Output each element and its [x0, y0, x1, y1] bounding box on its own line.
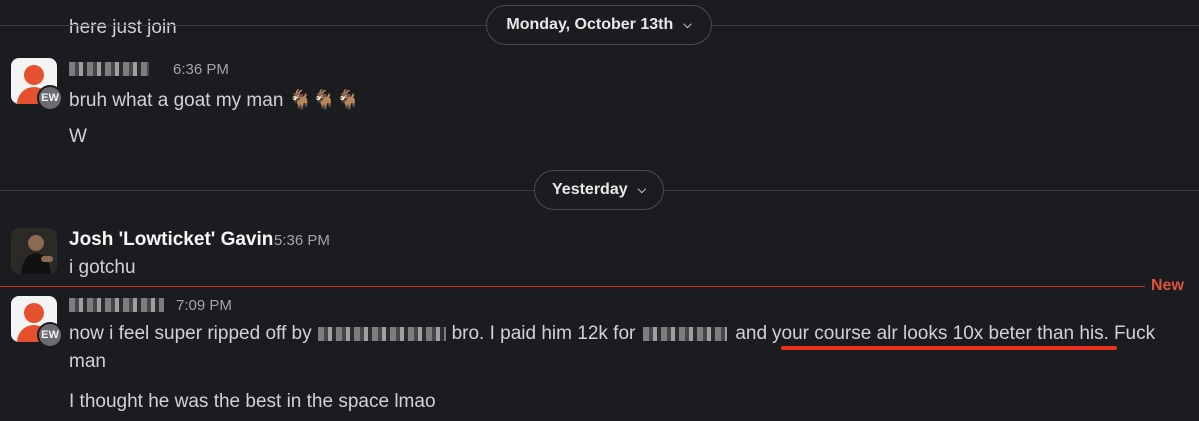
message-text: bro. I paid him 12k for	[451, 323, 636, 344]
message-text: I thought he was the best in the space l…	[69, 391, 436, 412]
message-text: Fuck	[1113, 323, 1156, 344]
redacted-product	[643, 327, 728, 341]
chevron-down-icon: ⌵	[683, 18, 692, 31]
message-text: here just join	[69, 17, 177, 38]
date-label: Yesterday	[552, 181, 628, 198]
redacted-username	[69, 298, 164, 312]
timestamp[interactable]: 5:36 PM	[274, 232, 330, 249]
chevron-down-icon: ⌵	[637, 183, 646, 196]
timestamp[interactable]: 6:36 PM	[173, 61, 229, 78]
message-header: 6:36 PM	[69, 60, 229, 78]
user-badge: EW	[37, 85, 63, 111]
date-label: Monday, October 13th	[506, 16, 674, 33]
highlighted-text: your course alr looks 10x beter than his…	[772, 323, 1109, 344]
date-divider-monday[interactable]: Monday, October 13th ⌵	[486, 5, 712, 45]
new-messages-line	[0, 286, 1145, 287]
timestamp[interactable]: 7:09 PM	[176, 297, 232, 314]
redacted-username	[69, 62, 149, 76]
redacted-name	[317, 327, 446, 341]
date-divider-yesterday[interactable]: Yesterday ⌵	[534, 170, 664, 210]
avatar[interactable]	[11, 228, 57, 274]
message-text: i gotchu	[69, 257, 136, 278]
new-messages-label: New	[1151, 277, 1184, 294]
message-text: and	[735, 323, 768, 344]
user-badge: EW	[37, 322, 63, 348]
message-text: man	[69, 351, 106, 372]
sender-name[interactable]: Josh 'Lowticket' Gavin	[69, 229, 273, 251]
message-text: now i feel super ripped off by	[69, 323, 312, 344]
message-text: W	[69, 126, 87, 147]
message-line: now i feel super ripped off by bro. I pa…	[69, 323, 1155, 345]
message-header: 7:09 PM	[69, 296, 232, 314]
highlight-underline	[781, 346, 1117, 350]
message-text: bruh what a goat my man 🐐🐐🐐	[69, 90, 360, 111]
